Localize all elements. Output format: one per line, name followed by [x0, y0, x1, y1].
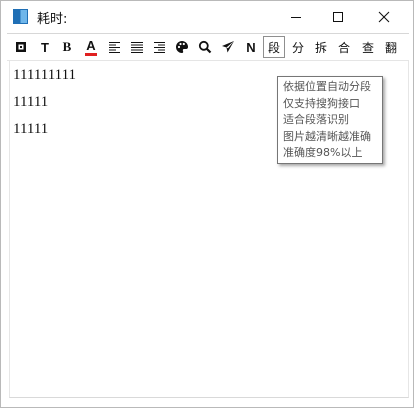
n-button[interactable]: N	[240, 36, 262, 58]
tooltip-line: 图片越清晰越准确	[283, 129, 371, 143]
window-title: 耗时:	[37, 12, 68, 27]
align-left-button[interactable]	[103, 36, 125, 58]
minimize-icon	[291, 16, 301, 18]
merge-button[interactable]: 合	[333, 36, 355, 58]
text-line: 11111	[13, 121, 49, 137]
app-icon	[13, 9, 28, 24]
segment-button[interactable]: 段	[263, 36, 285, 58]
tooltip-line: 仅支持搜狗接口	[283, 96, 360, 110]
align-right-icon	[153, 42, 165, 53]
maximize-icon	[333, 11, 343, 22]
square-icon	[16, 42, 26, 52]
align-right-button[interactable]	[148, 36, 170, 58]
toolbar: T B A N 段 分 拆 合 查 翻	[7, 33, 409, 61]
title-bar[interactable]: 耗时:	[1, 1, 413, 32]
tooltip-line: 适合段落识别	[283, 113, 349, 126]
check-button[interactable]: 查	[357, 36, 379, 58]
app-window: 耗时: T B A N 段 分 拆 合 查 翻 111111111 11111 …	[0, 0, 414, 408]
search-icon	[198, 40, 212, 54]
close-button[interactable]	[361, 1, 407, 32]
segment-tooltip: 依据位置自动分段 仅支持搜狗接口 适合段落识别 图片越清晰越准确 准确度98%以…	[277, 76, 383, 164]
square-button[interactable]	[10, 36, 32, 58]
font-color-label: A	[86, 37, 96, 53]
font-color-underline	[85, 52, 97, 56]
text-line: 111111111	[13, 67, 77, 83]
break-button[interactable]: 拆	[310, 36, 332, 58]
search-button[interactable]	[194, 36, 216, 58]
minimize-button[interactable]	[273, 1, 319, 32]
maximize-button[interactable]	[315, 1, 361, 32]
font-color-button[interactable]: A	[80, 36, 102, 58]
send-button[interactable]	[217, 36, 239, 58]
tooltip-line: 准确度98%以上	[283, 146, 363, 159]
palette-icon	[176, 41, 188, 53]
align-justify-icon	[131, 42, 143, 53]
align-justify-button[interactable]	[126, 36, 148, 58]
split-button[interactable]: 分	[287, 36, 309, 58]
align-left-icon	[108, 42, 120, 53]
close-icon	[378, 11, 390, 22]
text-line: 11111	[13, 94, 49, 110]
translate-button[interactable]: 翻	[380, 36, 402, 58]
serif-b-button[interactable]: B	[56, 36, 78, 58]
bold-t-button[interactable]: T	[34, 36, 56, 58]
send-icon	[222, 41, 234, 53]
tooltip-line: 依据位置自动分段	[283, 80, 371, 93]
palette-button[interactable]	[171, 36, 193, 58]
